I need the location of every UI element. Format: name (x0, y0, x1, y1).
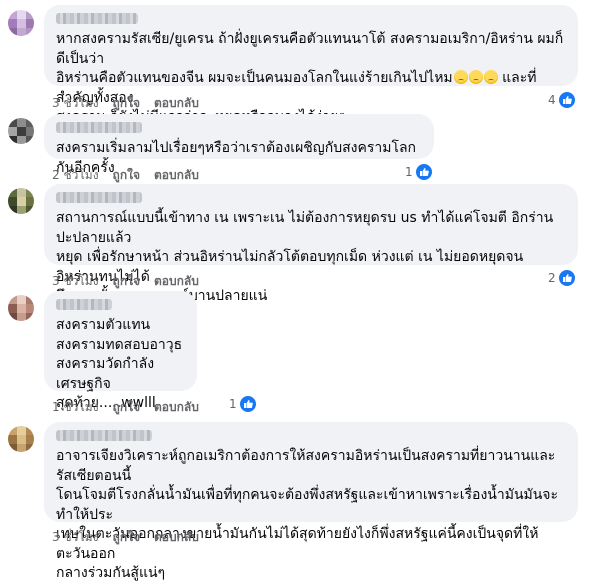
like-thumb-icon (558, 92, 575, 108)
reply-button[interactable]: ตอบกลับ (154, 272, 199, 291)
like-button[interactable]: ถูกใจ (113, 398, 140, 417)
comment-actions: 3 ชั่วโมง ถูกใจ ตอบกลับ (52, 272, 199, 291)
comment-bubble: สถานการณ์แบบนี้เข้าทาง เน เพราะเน ไม่ต้อ… (44, 184, 578, 304)
like-button[interactable]: ถูกใจ (113, 272, 140, 291)
comment-actions: 2 ชั่วโมง ถูกใจ ตอบกลับ (52, 166, 199, 185)
avatar[interactable] (8, 426, 34, 452)
reply-button[interactable]: ตอบกลับ (154, 166, 199, 185)
comment-time[interactable]: 1 ชั่วโมง (52, 398, 99, 417)
reaction-count[interactable]: 4 (548, 92, 575, 108)
sad-face-emoji (483, 70, 498, 84)
commenter-name-blurred[interactable] (56, 13, 138, 24)
comment-time[interactable]: 3 ชั่วโมง (52, 94, 99, 113)
like-thumb-icon (558, 270, 575, 286)
commenter-name-blurred[interactable] (56, 430, 152, 441)
reply-button[interactable]: ตอบกลับ (154, 528, 199, 547)
comment-time[interactable]: 3 ชั่วโมง (52, 272, 99, 291)
comment-actions: 3 ชั่วโมง ถูกใจ ตอบกลับ (52, 528, 199, 547)
reaction-count[interactable]: 2 (548, 270, 575, 286)
reply-button[interactable]: ตอบกลับ (154, 398, 199, 417)
comment-bubble: สงครามเริ่มลามไปเรื่อยๆหรือว่าเราต้องเผช… (44, 114, 434, 176)
comment-time[interactable]: 3 ชั่วโมง (52, 528, 99, 547)
comment-text: อาจารเจียงวิเคราะห์ถูกอเมริกาต้องการให้ส… (56, 448, 559, 581)
comment-bubble: อาจารเจียงวิเคราะห์ถูกอเมริกาต้องการให้ส… (44, 422, 578, 581)
avatar[interactable] (8, 10, 34, 36)
comment-time[interactable]: 2 ชั่วโมง (52, 166, 99, 185)
avatar[interactable] (8, 295, 34, 321)
commenter-name-blurred[interactable] (56, 192, 142, 203)
like-thumb-icon (415, 164, 432, 180)
avatar[interactable] (8, 118, 34, 144)
sad-face-emoji (453, 70, 468, 84)
reply-button[interactable]: ตอบกลับ (154, 94, 199, 113)
commenter-name-blurred[interactable] (56, 122, 142, 133)
commenter-name-blurred[interactable] (56, 299, 112, 310)
like-button[interactable]: ถูกใจ (113, 94, 140, 113)
sad-face-emoji (468, 70, 483, 84)
comment-bubble: สงครามตัวแทน สงครามทดสอบอาวุธ สงครามวัดก… (44, 291, 197, 411)
comment-actions: 3 ชั่วโมง ถูกใจ ตอบกลับ (52, 94, 199, 113)
like-thumb-icon (239, 396, 256, 412)
like-button[interactable]: ถูกใจ (113, 166, 140, 185)
like-button[interactable]: ถูกใจ (113, 528, 140, 547)
reaction-count[interactable]: 1 (405, 164, 432, 180)
comment-bubble: หากสงครามรัสเซีย/ยูเครน ถ้าฝั่งยูเครนคือ… (44, 5, 578, 125)
comment-actions: 1 ชั่วโมง ถูกใจ ตอบกลับ (52, 398, 199, 417)
reaction-count[interactable]: 1 (229, 396, 256, 412)
avatar[interactable] (8, 188, 34, 214)
